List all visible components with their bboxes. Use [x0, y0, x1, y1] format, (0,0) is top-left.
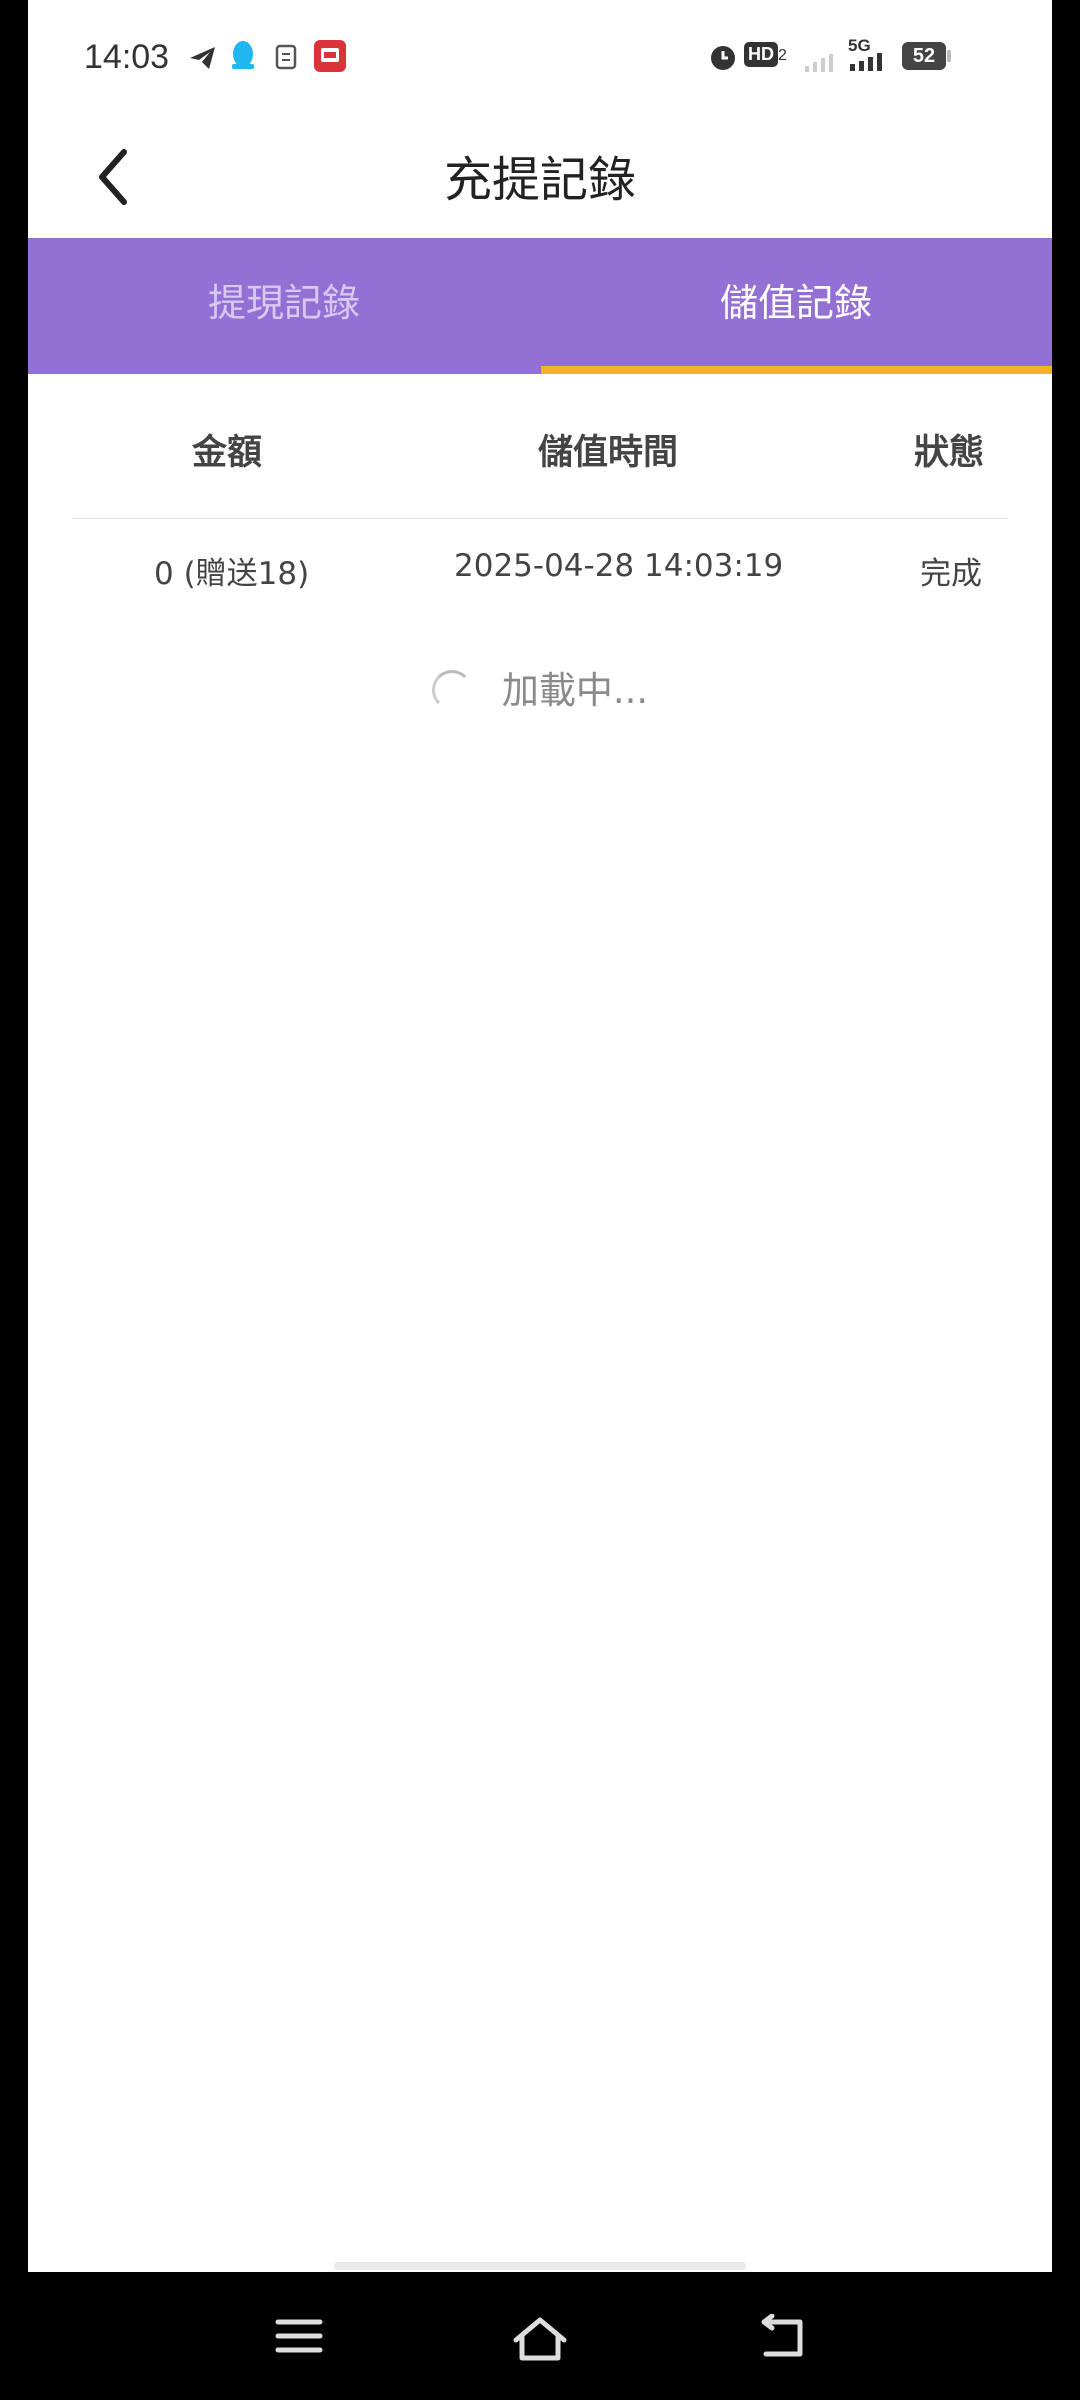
- app-screen: 14:03 HD 2 5G 52 充提記錄 提現記錄 儲值記錄 金額 儲值時間 …: [28, 0, 1052, 2272]
- tab-deposit-records[interactable]: 儲值記錄: [540, 238, 1052, 374]
- cell-amount: 0 (贈送18): [154, 556, 310, 592]
- cell-status: 完成: [920, 556, 982, 592]
- tab-bar: 提現記錄 儲值記錄: [28, 238, 1052, 374]
- 5g-signal-icon: 5G: [848, 36, 896, 72]
- menu-icon[interactable]: [274, 2314, 324, 2358]
- telegram-icon: [190, 47, 215, 69]
- home-icon[interactable]: [510, 2314, 570, 2364]
- hd-icon: HD 2: [744, 42, 787, 70]
- system-nav-bar: [0, 2272, 1080, 2400]
- loading-indicator: 加載中...: [28, 660, 1052, 714]
- page-header: 充提記錄: [28, 120, 1052, 238]
- tab-withdraw-records[interactable]: 提現記錄: [28, 238, 540, 374]
- signal-icon: [805, 54, 833, 72]
- active-tab-indicator: [541, 366, 1052, 374]
- table-header: 金額 儲值時間 狀態: [72, 380, 1008, 519]
- loading-text: 加載中...: [501, 669, 649, 712]
- file-icon: [275, 44, 297, 70]
- battery-icon: 52: [902, 42, 954, 70]
- page-title: 充提記錄: [443, 152, 636, 208]
- column-header-amount: 金額: [192, 433, 263, 473]
- qq-icon: [232, 41, 254, 69]
- column-header-time: 儲值時間: [538, 433, 679, 473]
- back-icon[interactable]: [754, 2314, 810, 2362]
- column-header-status: 狀態: [914, 433, 985, 473]
- table-row: 0 (贈送18) 2025-04-28 14:03:19 完成: [72, 520, 1008, 612]
- app-icon: [314, 40, 346, 72]
- status-time: 14:03: [84, 38, 170, 76]
- status-bar: 14:03 HD 2 5G 52: [28, 0, 1052, 120]
- cell-time: 2025-04-28 14:03:19: [454, 548, 784, 584]
- alarm-icon: [711, 46, 735, 70]
- spinner-icon: [431, 669, 472, 710]
- gesture-pill: [334, 2262, 746, 2270]
